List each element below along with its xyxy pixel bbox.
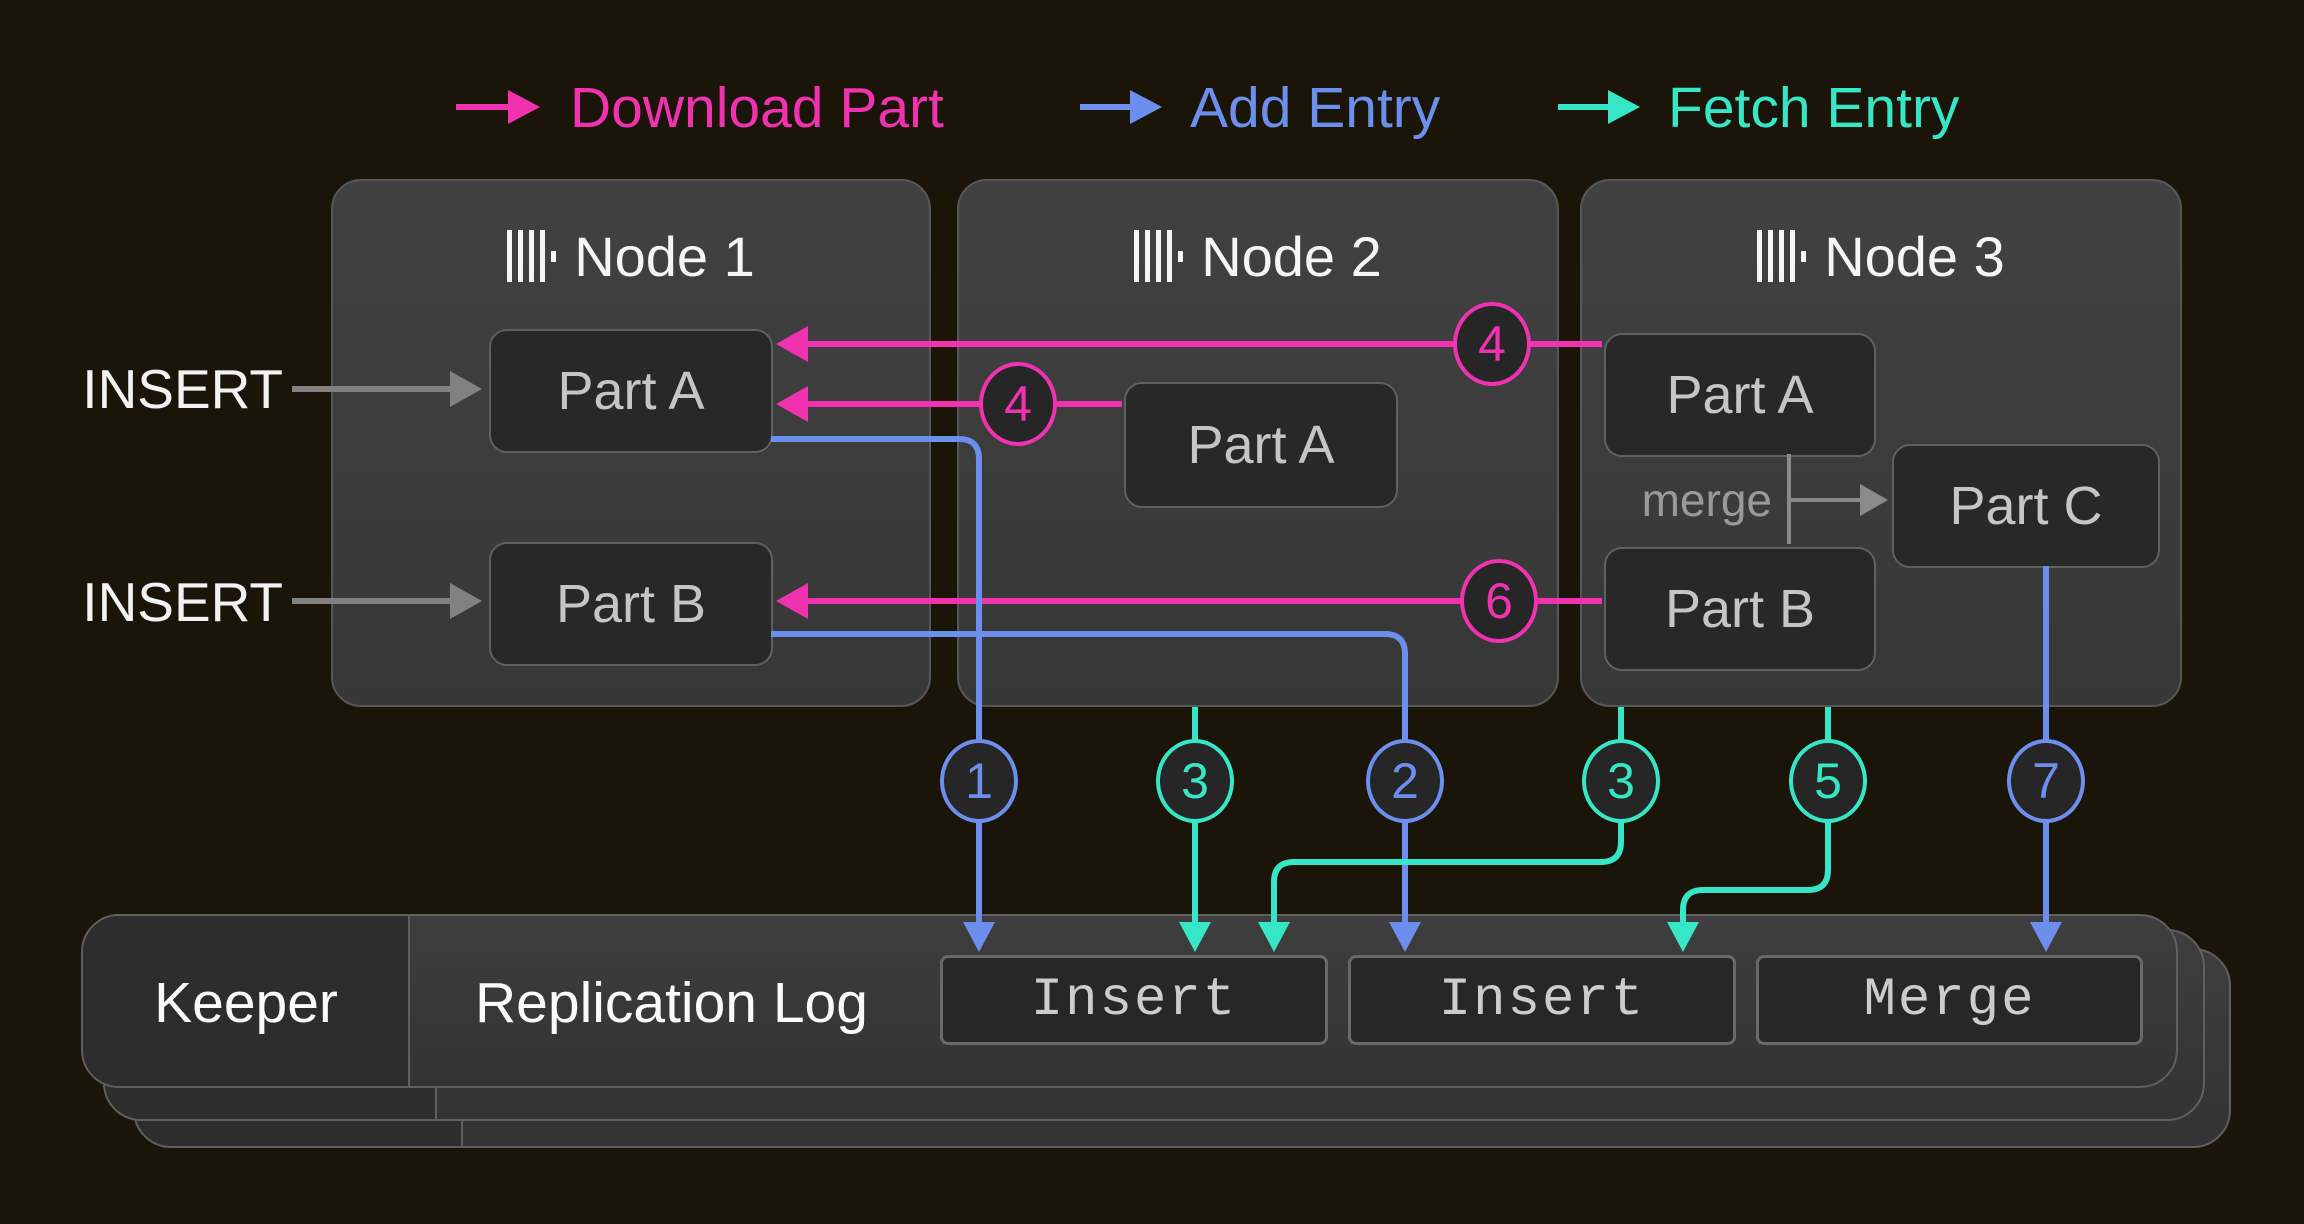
node-1-part-b: Part B [489,542,773,666]
clickhouse-logo-icon [507,230,556,282]
node-1-part-a: Part A [489,329,773,453]
node-3-part-b: Part B [1604,547,1876,671]
node-3: Node 3 Part A Part B Part C [1580,179,2182,707]
insert-label-bottom: INSERT [40,572,283,632]
log-entry-merge: Merge [1756,955,2143,1045]
node-1-title: Node 1 [333,221,929,291]
step-badge-4-download-node2: 4 [979,362,1057,446]
replication-diagram: Download Part Add Entry Fetch Entry Node… [0,0,2304,1224]
step-badge-2-add-entry: 2 [1366,739,1444,823]
replication-log-title: Replication Log [475,973,915,1033]
step-badge-1-add-entry: 1 [940,739,1018,823]
node-2-title: Node 2 [959,221,1557,291]
node-3-part-c: Part C [1892,444,2160,568]
log-entry-insert-2: Insert [1348,955,1736,1045]
step-badge-3-fetch-entry-2: 3 [1582,739,1660,823]
node-3-title-label: Node 3 [1824,224,2005,289]
node-1-title-label: Node 1 [574,224,755,289]
merge-label: merge [1572,473,1772,527]
fetch-entry-arrow-icon [1558,90,1640,124]
legend-fetch-entry: Fetch Entry [1668,76,1959,140]
step-badge-6-download-partb: 6 [1460,559,1538,643]
step-badge-3-fetch-entry: 3 [1156,739,1234,823]
legend-download-part: Download Part [570,76,944,140]
step-badge-7-add-entry: 7 [2007,739,2085,823]
log-entry-insert-1: Insert [940,955,1328,1045]
add-entry-arrow-icon [1080,90,1162,124]
step-badge-4-download-node3: 4 [1453,302,1531,386]
insert-label-top: INSERT [40,359,283,419]
keeper-label: Keeper [84,973,408,1033]
clickhouse-logo-icon [1134,230,1183,282]
download-part-arrow-icon [456,90,540,124]
clickhouse-logo-icon [1757,230,1806,282]
node-2-title-label: Node 2 [1201,224,1382,289]
node-2-part-a: Part A [1124,382,1398,508]
node-1: Node 1 Part A Part B [331,179,931,707]
legend-add-entry: Add Entry [1190,76,1440,140]
node-3-part-a: Part A [1604,333,1876,457]
node-3-title: Node 3 [1582,221,2180,291]
step-badge-5-fetch-entry: 5 [1789,739,1867,823]
